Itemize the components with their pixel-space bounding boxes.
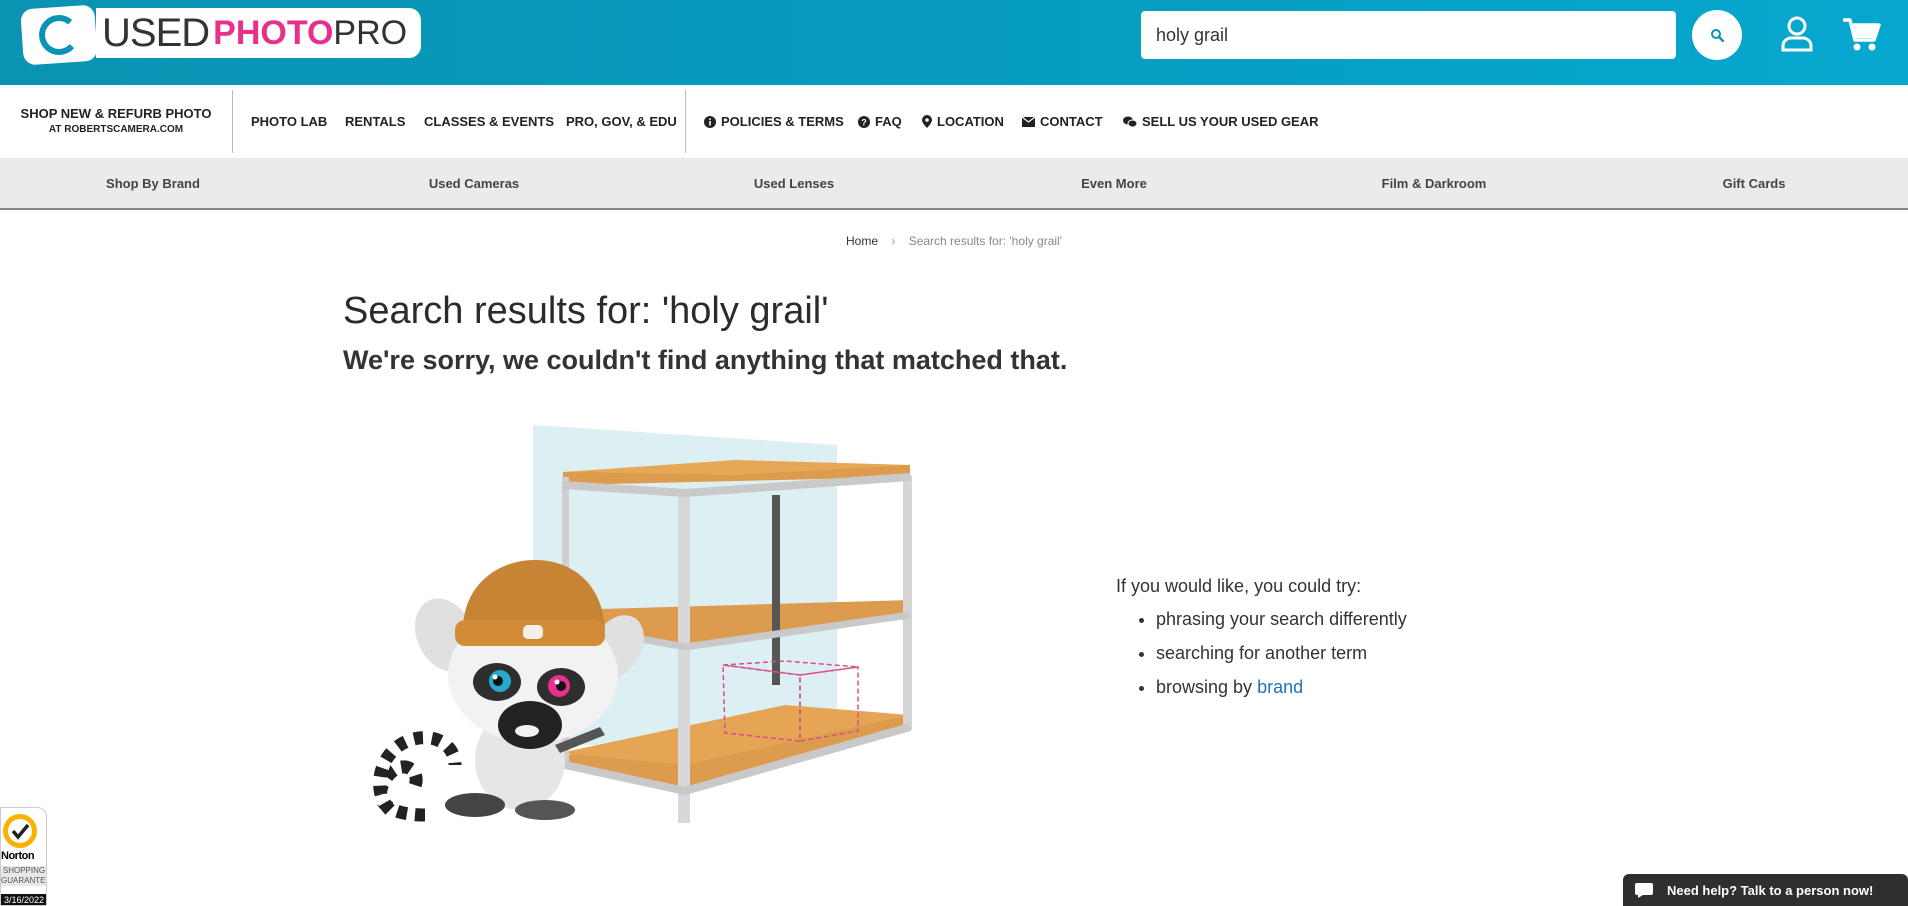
logo-photo-text: PHOTO [213, 13, 334, 52]
nav-contact[interactable]: CONTACT [1022, 85, 1103, 158]
page-title: Search results for: 'holy grail' [343, 290, 829, 332]
logo-pro-text: PRO [333, 13, 408, 52]
category-bar: Shop By Brand Used Cameras Used Lenses E… [0, 158, 1908, 210]
category-gift-cards[interactable]: Gift Cards [1723, 158, 1786, 208]
chat-icon [1123, 116, 1137, 127]
list-item: phrasing your search differently [1156, 609, 1407, 630]
site-logo[interactable]: USED PHOTO PRO [20, 4, 422, 66]
nav-photo-lab[interactable]: PHOTO LAB [251, 85, 327, 158]
suggestion-text: phrasing your search differently [1156, 609, 1407, 629]
list-item: searching for another term [1156, 643, 1407, 664]
suggestion-text: browsing by [1156, 677, 1258, 697]
nav-contact-label: CONTACT [1040, 114, 1103, 129]
logo-used-text: USED [102, 10, 210, 55]
shop-new-line1: SHOP NEW & REFURB PHOTO [20, 105, 212, 121]
cart-icon [1843, 18, 1881, 51]
nav-divider [685, 90, 686, 153]
envelope-icon [1022, 116, 1035, 127]
breadcrumb-home[interactable]: Home [846, 234, 878, 248]
nav-rentals[interactable]: RENTALS [345, 85, 405, 158]
question-icon: ? [858, 115, 870, 128]
suggestions-list: phrasing your search differently searchi… [1156, 609, 1407, 698]
cart-button[interactable] [1841, 16, 1881, 52]
empty-shelf-lemur-illustration [373, 425, 912, 823]
search-button[interactable] [1692, 10, 1742, 60]
nav-location-label: LOCATION [937, 114, 1004, 129]
nav-pro-gov-edu[interactable]: PRO, GOV, & EDU [566, 85, 677, 158]
nav-classes-events[interactable]: CLASSES & EVENTS [424, 85, 554, 158]
nav-faq[interactable]: ? FAQ [858, 85, 902, 158]
nav-sell-label: SELL US YOUR USED GEAR [1142, 114, 1319, 129]
search-suggestions: If you would like, you could try: phrasi… [1116, 576, 1407, 711]
logo-wordmark: USED PHOTO PRO [96, 8, 422, 58]
map-pin-icon [922, 115, 932, 128]
live-chat-label: Need help? Talk to a person now! [1667, 882, 1874, 898]
nav-faq-label: FAQ [875, 114, 902, 129]
search-icon [1711, 29, 1724, 42]
suggestions-intro: If you would like, you could try: [1116, 576, 1362, 596]
norton-shopping-guarantee-badge[interactable]: Norton SHOPPING GUARANTEE 3/16/2022 [0, 807, 47, 906]
category-even-more[interactable]: Even More [1081, 158, 1147, 208]
breadcrumb-separator: › [891, 234, 896, 248]
norton-date: 3/16/2022 [1, 894, 46, 905]
search-input[interactable] [1141, 11, 1676, 59]
norton-guarantee-text: SHOPPING GUARANTEE [1, 866, 47, 886]
nav-policies-label: POLICIES & TERMS [721, 114, 844, 129]
nav-divider [232, 90, 233, 153]
shop-new-refurb-link[interactable]: SHOP NEW & REFURB PHOTO AT ROBERTSCAMERA… [0, 85, 232, 155]
norton-line1: SHOPPING [2, 866, 46, 875]
info-icon [704, 115, 716, 128]
nav-policies-terms[interactable]: POLICIES & TERMS [704, 85, 844, 158]
svg-text:?: ? [861, 117, 867, 127]
account-button[interactable] [1780, 16, 1814, 52]
logo-refresh-icon [20, 4, 98, 66]
category-used-cameras[interactable]: Used Cameras [429, 158, 519, 208]
live-chat-button[interactable]: Need help? Talk to a person now! [1623, 874, 1908, 906]
nav-location[interactable]: LOCATION [922, 85, 1004, 158]
shop-new-line2: AT ROBERTSCAMERA.COM [48, 123, 184, 135]
site-header: USED PHOTO PRO [0, 0, 1908, 85]
nav-sell-used-gear[interactable]: SELL US YOUR USED GEAR [1123, 85, 1319, 158]
no-results-message: We're sorry, we couldn't find anything t… [343, 345, 1068, 375]
category-film-darkroom[interactable]: Film & Darkroom [1382, 158, 1487, 208]
norton-name: Norton [1, 850, 35, 862]
chat-bubble-icon [1635, 883, 1653, 898]
checkmark-icon [3, 814, 37, 848]
suggestion-text: searching for another term [1156, 643, 1368, 663]
breadcrumb-current: Search results for: 'holy grail' [908, 234, 1062, 248]
user-icon [1781, 16, 1813, 52]
brand-link[interactable]: brand [1257, 677, 1303, 697]
norton-line2: GUARANTEE [1, 876, 47, 885]
category-shop-by-brand[interactable]: Shop By Brand [106, 158, 200, 208]
list-item: browsing by brand [1156, 677, 1407, 698]
breadcrumb: Home › Search results for: 'holy grail' [0, 234, 1908, 248]
category-used-lenses[interactable]: Used Lenses [754, 158, 834, 208]
secondary-nav: SHOP NEW & REFURB PHOTO AT ROBERTSCAMERA… [0, 85, 1908, 158]
